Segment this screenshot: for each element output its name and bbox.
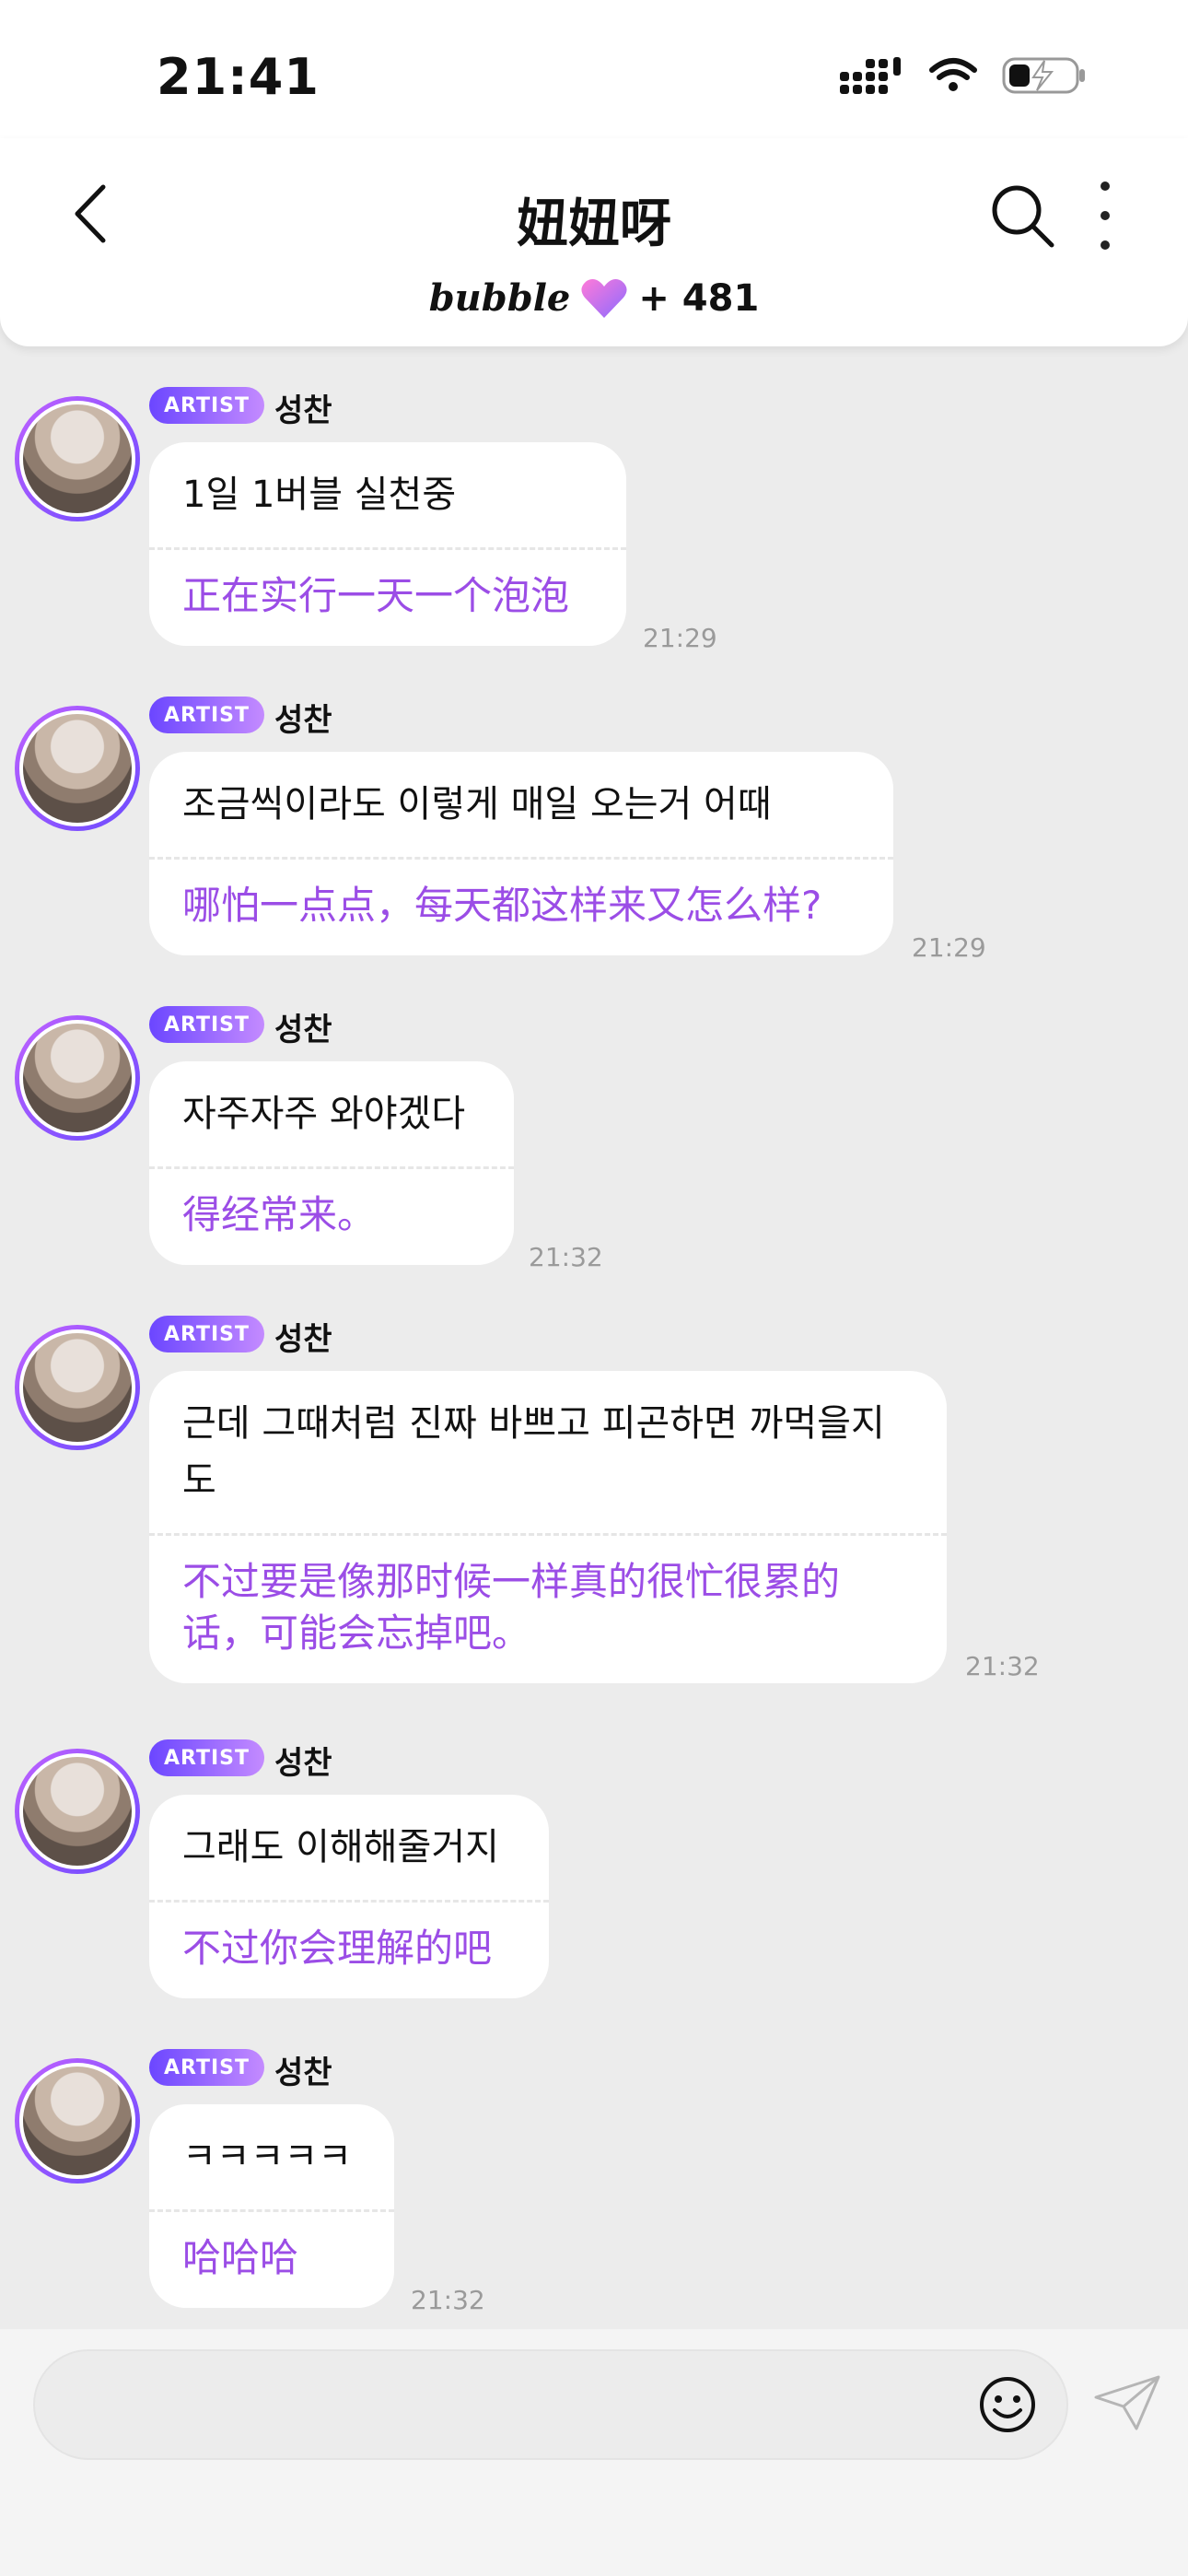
- status-time: 21:41: [157, 48, 320, 106]
- message-original: ㅋㅋㅋㅋㅋ: [182, 2136, 352, 2178]
- message-original: 그래도 이해해줄거지: [182, 1826, 499, 1868]
- message-input[interactable]: [33, 2349, 1068, 2460]
- send-button[interactable]: [1092, 2373, 1162, 2432]
- message-bubble[interactable]: 조금씩이라도 이렇게 매일 오는거 어때 哪怕一点点，每天都这样来又怎么样?: [149, 752, 893, 955]
- status-icons: [840, 55, 1087, 96]
- emoji-icon: [980, 2377, 1035, 2432]
- avatar[interactable]: [15, 396, 140, 521]
- bubble-logo: bubble: [428, 276, 571, 320]
- artist-badge: ARTIST: [149, 1006, 265, 1043]
- artist-badge: ARTIST: [149, 1316, 265, 1352]
- message-translation: 正在实行一天一个泡泡: [182, 573, 570, 618]
- message-original: 1일 1버블 실천중: [182, 474, 457, 516]
- message-original: 근데 그때처럼 진짜 바쁘고 피곤하면 까먹을지도: [182, 1402, 885, 1502]
- bubble-count: + 481: [638, 276, 760, 320]
- message-time: 21:32: [411, 2285, 485, 2315]
- message-translation: 不过你会理解的吧: [182, 1926, 493, 1971]
- chat-header: 妞妞呀 bubble + 481: [0, 138, 1188, 346]
- artist-badge: ARTIST: [149, 1739, 265, 1776]
- emoji-button[interactable]: [978, 2375, 1037, 2434]
- status-bar: 21:41: [0, 0, 1188, 147]
- message-time: 21:32: [529, 1242, 603, 1272]
- avatar[interactable]: [15, 1325, 140, 1450]
- message-time: 21:29: [912, 932, 986, 963]
- message-translation: 哈哈哈: [182, 2235, 299, 2280]
- sender-name: 성찬: [274, 1745, 332, 1782]
- message-translation: 得经常来。: [182, 1192, 377, 1237]
- message-bubble[interactable]: 근데 그때처럼 진짜 바쁘고 피곤하면 까먹을지도 不过要是像那时候一样真的很忙…: [149, 1371, 947, 1683]
- message-bubble[interactable]: 자주자주 와야겠다 得经常来。: [149, 1061, 514, 1265]
- chat-screen: 21:41 妞妞呀 bubble + 481 ARTIST 성찬 1일 1버블 …: [0, 0, 1188, 2576]
- bubble-subscription[interactable]: bubble + 481: [0, 276, 1188, 320]
- message-translation: 不过要是像那时候一样真的很忙很累的话，可能会忘掉吧。: [182, 1559, 841, 1656]
- search-icon: [992, 185, 1054, 248]
- message-bubble[interactable]: 그래도 이해해줄거지 不过你会理解的吧: [149, 1795, 549, 1998]
- message-original: 조금씩이라도 이렇게 매일 오는거 어때: [182, 783, 772, 825]
- artist-badge: ARTIST: [149, 697, 265, 733]
- avatar[interactable]: [15, 1015, 140, 1141]
- message-bubble[interactable]: ㅋㅋㅋㅋㅋ 哈哈哈: [149, 2104, 394, 2308]
- sender-name: 성찬: [274, 702, 332, 739]
- more-options-button[interactable]: [1087, 179, 1124, 252]
- message-bubble[interactable]: 1일 1버블 실천중 正在实行一天一个泡泡: [149, 442, 626, 646]
- message-translation: 哪怕一点点，每天都这样来又怎么样?: [182, 883, 822, 928]
- artist-badge: ARTIST: [149, 387, 265, 424]
- avatar[interactable]: [15, 706, 140, 831]
- message-original: 자주자주 와야겠다: [182, 1093, 466, 1135]
- message-time: 21:29: [643, 623, 717, 653]
- sender-name: 성찬: [274, 2055, 332, 2091]
- message-input-bar: [0, 2329, 1188, 2576]
- message-time: 21:32: [965, 1651, 1040, 1681]
- send-icon: [1094, 2375, 1160, 2430]
- signal-icon: [840, 57, 901, 94]
- wifi-icon: [929, 58, 977, 91]
- avatar[interactable]: [15, 1749, 140, 1874]
- heart-icon: [581, 278, 627, 318]
- avatar[interactable]: [15, 2058, 140, 2184]
- sender-name: 성찬: [274, 1321, 332, 1358]
- search-button[interactable]: [985, 179, 1059, 252]
- artist-badge: ARTIST: [149, 2049, 265, 2086]
- battery-icon: [1002, 57, 1085, 94]
- sender-name: 성찬: [274, 1012, 332, 1048]
- more-vertical-icon: [1101, 181, 1110, 191]
- sender-name: 성찬: [274, 392, 332, 429]
